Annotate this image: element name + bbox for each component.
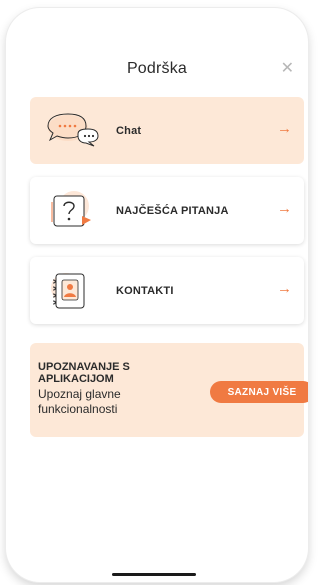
faq-card[interactable]: NAJČEŠĆA PITANJA → bbox=[30, 177, 304, 244]
contacts-book-icon bbox=[44, 268, 100, 314]
promo-title: UPOZNAVANJE S APLIKACIJOM bbox=[38, 361, 130, 385]
card-label-faq: NAJČEŠĆA PITANJA bbox=[116, 204, 229, 217]
arrow-right-icon: → bbox=[277, 200, 292, 217]
arrow-right-icon: → bbox=[277, 120, 292, 137]
card-label-contacts: KONTAKTI bbox=[116, 284, 174, 297]
chat-icon bbox=[44, 108, 100, 154]
promo-description: Upoznaj glavne funkcionalnosti bbox=[38, 387, 121, 416]
phone-frame: Podrška ✕ Chat → NAJČEŠĆA PITANJA → KONT… bbox=[6, 8, 308, 582]
contacts-card[interactable]: KONTAKTI → bbox=[30, 257, 304, 324]
chat-card[interactable]: Chat → bbox=[30, 97, 304, 164]
onboarding-promo-card: UPOZNAVANJE S APLIKACIJOM Upoznaj glavne… bbox=[30, 343, 308, 437]
learn-more-button[interactable]: SAZNAJ VIŠE bbox=[210, 381, 308, 403]
close-icon[interactable]: ✕ bbox=[281, 60, 294, 78]
home-indicator bbox=[112, 573, 196, 576]
page-title: Podrška bbox=[126, 60, 188, 77]
question-icon bbox=[44, 188, 100, 234]
card-label-chat: Chat bbox=[116, 124, 142, 137]
arrow-right-icon: → bbox=[277, 280, 292, 297]
